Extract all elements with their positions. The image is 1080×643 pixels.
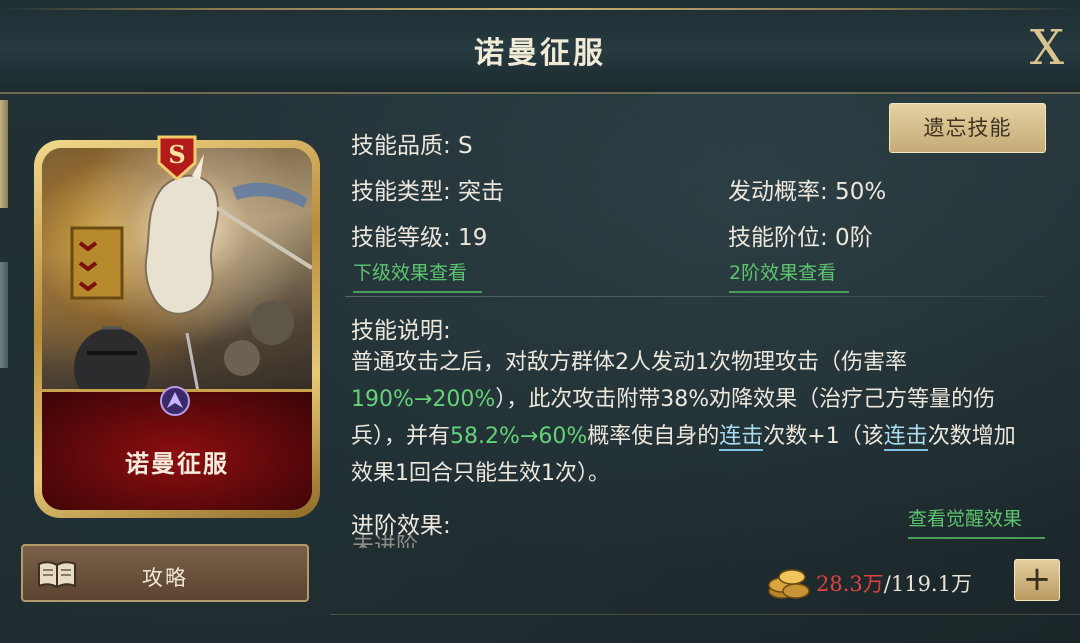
description-heading: 技能说明:: [351, 318, 451, 344]
skill-tier: 技能阶位: 0阶: [728, 225, 873, 251]
desc-text-1: 普通攻击之后，对敌方群体2人发动1次物理攻击（伤害率: [351, 350, 907, 375]
currency-total: 119.1万: [890, 572, 972, 596]
skill-description: 普通攻击之后，对敌方群体2人发动1次物理攻击（伤害率190%→200%），此次攻…: [351, 344, 1036, 492]
page-title: 诺曼征服: [474, 36, 606, 71]
damage-rate-value: 190%→200%: [351, 387, 496, 412]
close-button[interactable]: X: [1022, 22, 1072, 74]
skill-card: 诺曼征服: [34, 140, 320, 518]
desc-text-4: 次数+1（该: [763, 424, 884, 449]
view-awaken-effect-link[interactable]: 查看觉醒效果: [908, 504, 1045, 539]
guide-button[interactable]: 攻略: [21, 544, 309, 602]
skill-type: 技能类型: 突击: [351, 179, 505, 205]
skill-quality: 技能品质: S: [351, 133, 473, 159]
skill-card-name: 诺曼征服: [125, 450, 229, 478]
bottom-divider: [330, 614, 1080, 615]
tier2-effect-link[interactable]: 2阶效果查看: [729, 258, 849, 293]
rank-s-badge-icon: S: [157, 135, 197, 182]
forget-skill-button[interactable]: 遗忘技能: [889, 103, 1046, 153]
guide-button-label: 攻略: [142, 566, 188, 590]
skill-card-art: [42, 148, 312, 413]
combo-keyword-link[interactable]: 连击: [719, 424, 764, 451]
knight-artwork: [70, 154, 312, 413]
currency-separator: /: [883, 572, 891, 596]
currency-have: 28.3万: [816, 572, 884, 596]
lower-effect-link[interactable]: 下级效果查看: [353, 258, 482, 293]
rank-letter: S: [168, 140, 185, 169]
trigger-rate: 发动概率: 50%: [728, 179, 887, 205]
side-tab-middle[interactable]: [0, 262, 8, 368]
coin-stack-icon: [768, 569, 810, 599]
side-tab-top[interactable]: [0, 100, 8, 208]
advance-text-clipped: 未进阶: [352, 534, 419, 548]
divider: [345, 296, 1045, 297]
skill-level: 技能等级: 19: [351, 225, 488, 251]
header-bar: 诺曼征服 X: [0, 0, 1080, 94]
add-currency-button[interactable]: +: [1014, 559, 1060, 601]
combo-chance-value: 58.2%→60%: [450, 424, 588, 449]
currency-amount: 28.3万/119.1万: [816, 568, 972, 598]
desc-text-3: 概率使自身的: [587, 424, 720, 449]
combo-keyword-link-2[interactable]: 连击: [883, 424, 928, 451]
skill-card-inner: 诺曼征服: [42, 148, 312, 510]
faction-emblem-icon: [160, 386, 190, 416]
